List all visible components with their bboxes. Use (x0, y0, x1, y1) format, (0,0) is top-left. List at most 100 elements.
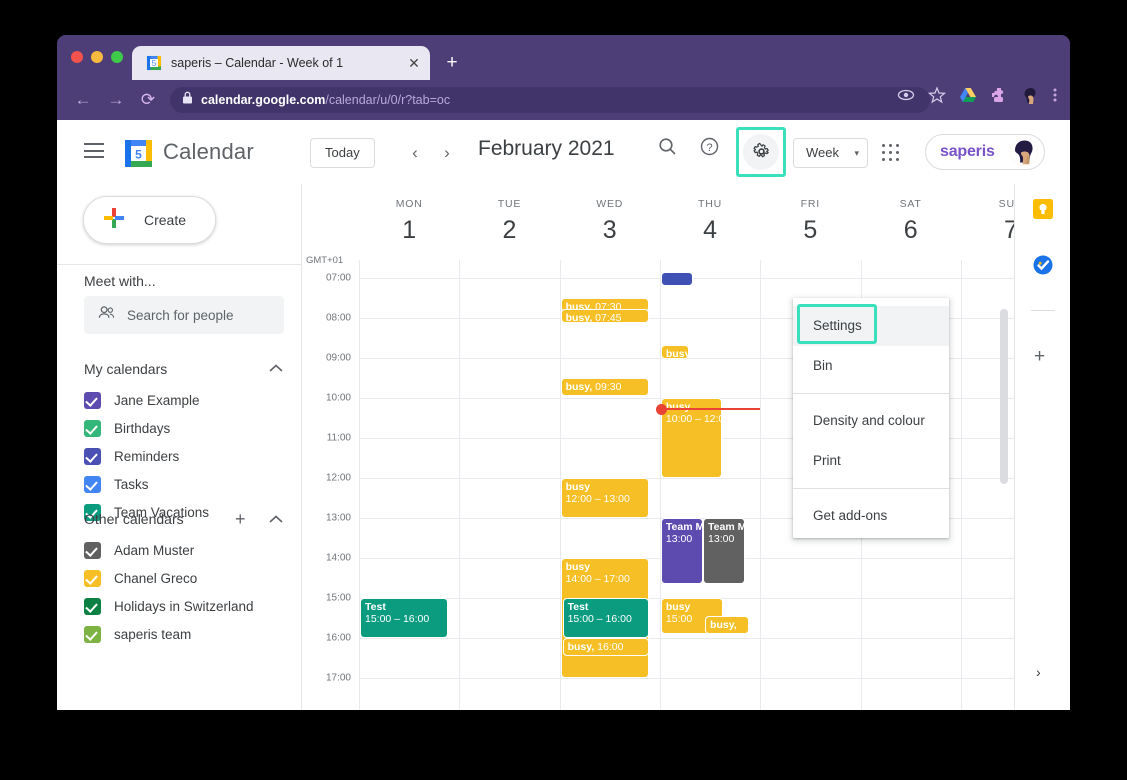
view-selector[interactable]: Week ▾ (793, 138, 868, 168)
calendar-checkbox[interactable] (84, 625, 101, 643)
event-title: busy (565, 561, 591, 573)
google-tasks-icon[interactable] (1033, 255, 1053, 275)
calendar-checkbox[interactable] (84, 419, 101, 437)
event-title: busy (665, 348, 689, 359)
google-calendar-favicon: 5 (146, 55, 162, 71)
day-header-number[interactable]: 4 (665, 216, 755, 245)
menu-item-print[interactable]: Print (793, 441, 949, 481)
calendar-checkbox[interactable] (84, 391, 101, 409)
day-header-number[interactable]: 1 (364, 216, 454, 245)
event-time: 14:00 – 17:00 (565, 573, 630, 585)
chrome-menu-icon[interactable] (1052, 86, 1058, 104)
close-window-button[interactable] (71, 51, 83, 63)
my-calendar-item[interactable]: Jane Example (84, 389, 200, 411)
star-icon[interactable] (927, 86, 947, 104)
event-title: busy (665, 401, 691, 413)
calendar-event[interactable]: Test 15:00 – 16:00 (562, 598, 649, 638)
other-calendar-item[interactable]: Holidays in Switzerland (84, 595, 254, 617)
create-button[interactable]: Create (83, 196, 216, 244)
calendar-event[interactable]: busy, 09:30 (560, 378, 649, 396)
day-gridline (459, 260, 461, 710)
add-panel-icon[interactable]: + (1034, 347, 1045, 366)
next-week-icon[interactable]: › (433, 139, 461, 167)
calendar-header: 5 Calendar Today ‹ › February 2021 ? Wee… (57, 120, 1070, 184)
browser-tab[interactable]: 5 saperis – Calendar - Week of 1 ✕ (132, 46, 430, 80)
hour-label: 17:00 (325, 672, 351, 684)
hour-gridline (359, 678, 1014, 679)
day-header-number[interactable]: 6 (866, 216, 956, 245)
google-apps-grid-icon[interactable] (881, 143, 899, 161)
window-traffic-lights[interactable] (71, 51, 123, 63)
calendar-event[interactable]: Team Meeting13:00 (660, 518, 704, 584)
account-chip[interactable]: saperis (925, 134, 1045, 170)
calendar-checkbox[interactable] (84, 569, 101, 587)
calendar-event[interactable]: busy, (705, 616, 750, 634)
other-calendars-chevron-icon[interactable] (269, 515, 283, 527)
my-calendar-item[interactable]: Birthdays (84, 417, 170, 439)
day-header-number[interactable]: 5 (765, 216, 855, 245)
day-header-number[interactable]: 2 (464, 216, 554, 245)
vertical-scrollbar[interactable] (1000, 309, 1008, 484)
event-title: Team Meeting (708, 521, 744, 533)
my-calendar-item[interactable]: Reminders (84, 445, 179, 467)
previous-week-icon[interactable]: ‹ (401, 139, 429, 167)
other-calendar-item[interactable]: Chanel Greco (84, 567, 197, 589)
reload-icon[interactable]: ⟳ (137, 89, 159, 111)
calendar-event[interactable] (660, 272, 693, 286)
help-icon[interactable]: ? (694, 137, 724, 167)
extensions-puzzle-icon[interactable] (990, 86, 1008, 104)
avatar[interactable] (1010, 138, 1038, 166)
maximize-window-button[interactable] (111, 51, 123, 63)
calendar-event[interactable]: busy10:00 – 12:00 (660, 398, 723, 478)
my-calendar-item[interactable]: Tasks (84, 473, 149, 495)
hamburger-icon[interactable] (84, 143, 104, 158)
calendar-checkbox[interactable] (84, 475, 101, 493)
gear-highlight-box (736, 127, 786, 177)
search-people-input[interactable]: Search for people (84, 296, 284, 334)
calendar-checkbox[interactable] (84, 447, 101, 465)
calendar-event[interactable]: Team Meeting13:00 (703, 518, 746, 584)
other-calendar-item[interactable]: Adam Muster (84, 539, 194, 561)
new-tab-button[interactable]: + (442, 53, 462, 72)
search-icon[interactable] (652, 137, 682, 167)
expand-panel-icon[interactable]: › (1036, 664, 1041, 680)
eye-icon[interactable] (897, 86, 915, 104)
event-title: busy, (565, 312, 593, 323)
day-header-number[interactable]: 3 (565, 216, 655, 245)
my-calendars-chevron-icon[interactable] (269, 364, 283, 376)
profile-avatar-icon[interactable] (1021, 86, 1039, 104)
lock-icon (182, 91, 193, 109)
menu-item-density-and-colour[interactable]: Density and colour (793, 401, 949, 441)
minimize-window-button[interactable] (91, 51, 103, 63)
event-title: busy, (565, 381, 593, 393)
forward-icon[interactable]: → (105, 89, 127, 111)
google-drive-icon[interactable] (959, 86, 977, 104)
calendar-event[interactable]: busy, 07:45 (560, 309, 649, 323)
calendar-event[interactable]: busy, 16:00 (562, 638, 649, 656)
other-calendar-item[interactable]: saperis team (84, 623, 191, 645)
screenshot-root: 5 saperis – Calendar - Week of 1 ✕ + ← →… (0, 0, 1127, 780)
current-time-line (659, 408, 761, 410)
add-other-calendar-icon[interactable]: + (235, 510, 246, 528)
calendar-name: Birthdays (114, 420, 171, 436)
hour-label: 08:00 (325, 312, 351, 324)
day-gridline (359, 260, 360, 710)
today-button[interactable]: Today (310, 138, 375, 168)
calendar-checkbox[interactable] (84, 541, 101, 559)
menu-item-get-add-ons[interactable]: Get add-ons (793, 496, 949, 536)
event-time: 15:00 – 16:00 (365, 613, 430, 625)
back-icon[interactable]: ← (72, 89, 94, 111)
google-keep-icon[interactable] (1033, 199, 1053, 219)
hour-label: 11:00 (326, 432, 351, 444)
address-bar[interactable]: calendar.google.com/calendar/u/0/r?tab=o… (170, 87, 930, 113)
event-title: busy, (710, 619, 737, 631)
close-tab-icon[interactable]: ✕ (406, 55, 422, 71)
url-domain: calendar.google.com (201, 93, 326, 107)
sidebar-divider (57, 264, 301, 265)
calendar-event[interactable]: busy 12:00 – 13:00 (560, 478, 649, 518)
menu-item-bin[interactable]: Bin (793, 346, 949, 386)
calendar-checkbox[interactable] (84, 597, 101, 615)
calendar-event[interactable]: busy (660, 345, 689, 359)
calendar-event[interactable]: Test 15:00 – 16:00 (360, 598, 449, 638)
svg-text:5: 5 (135, 148, 142, 162)
